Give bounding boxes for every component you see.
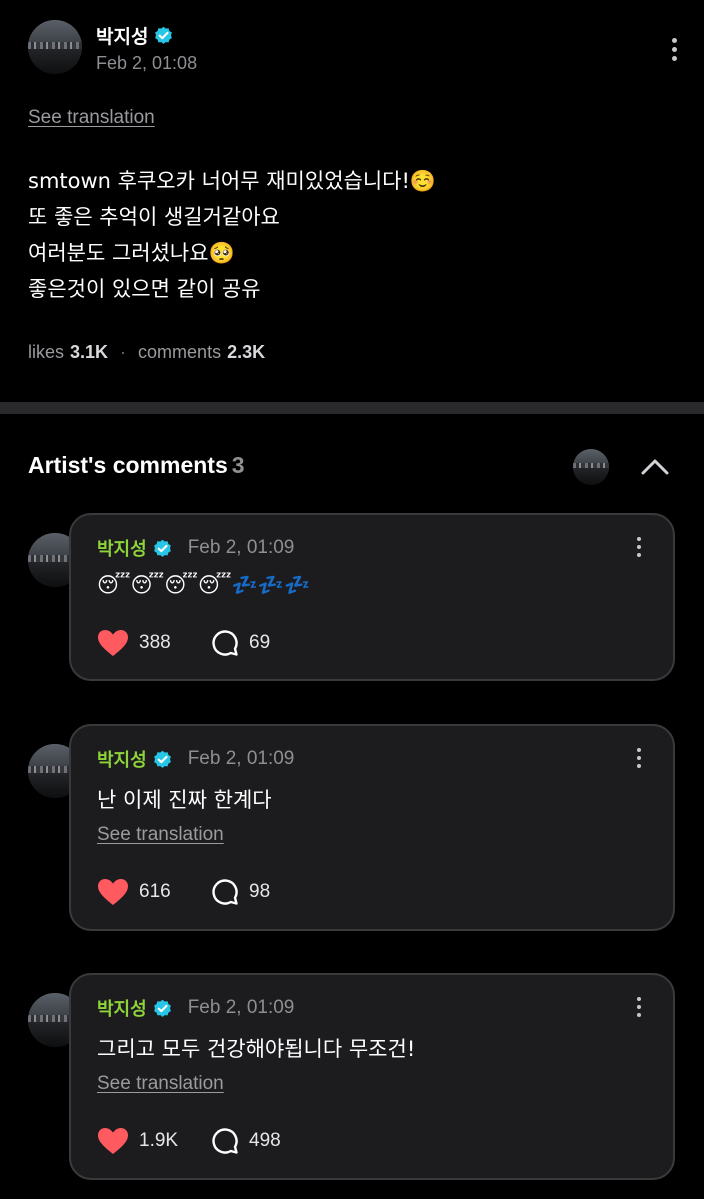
author-avatar[interactable] <box>28 20 82 74</box>
verified-badge-icon <box>153 539 171 557</box>
heart-icon <box>98 1128 128 1154</box>
comment-actions: 388 69 <box>97 629 270 657</box>
heart-icon <box>98 879 128 905</box>
reply-button[interactable]: 69 <box>211 629 270 657</box>
verified-badge-icon <box>153 750 171 768</box>
chat-bubble-icon <box>212 630 238 656</box>
comments-label[interactable]: comments <box>138 342 221 363</box>
comment-card[interactable]: 박지성 Feb 2, 01:09 그리고 모두 건강해야됩니다 무조건! See… <box>69 973 675 1180</box>
more-options-button[interactable] <box>664 34 684 64</box>
artist-comments-title: Artist's comments 3 <box>28 452 245 479</box>
reply-button[interactable]: 498 <box>211 1127 281 1155</box>
like-count: 388 <box>139 632 171 653</box>
section-count: 3 <box>231 452 245 478</box>
chat-bubble-icon <box>212 1128 238 1154</box>
post-header: 박지성 Feb 2, 01:08 <box>28 20 684 78</box>
comment-header: 박지성 Feb 2, 01:09 <box>97 746 294 772</box>
comment-actions: 616 98 <box>97 878 270 906</box>
comment-card[interactable]: 박지성 Feb 2, 01:09 난 이제 진짜 한계다 See transla… <box>69 724 675 931</box>
post-stats: likes 3.1K · comments 2.3K <box>28 342 265 363</box>
comment-timestamp: Feb 2, 01:09 <box>187 537 295 558</box>
comment-timestamp: Feb 2, 01:09 <box>187 748 295 769</box>
more-vertical-icon <box>637 748 641 752</box>
reply-count: 98 <box>249 881 271 902</box>
author-name[interactable]: 박지성 <box>96 22 148 49</box>
comment-timestamp: Feb 2, 01:09 <box>187 997 295 1018</box>
post-line: 좋은것이 있으면 같이 공유 <box>28 277 261 301</box>
section-divider <box>0 402 704 414</box>
post-timestamp: Feb 2, 01:08 <box>96 53 198 73</box>
verified-badge-icon <box>153 999 171 1017</box>
heart-icon <box>98 630 128 656</box>
like-button[interactable]: 1.9K <box>97 1127 211 1155</box>
verified-badge-icon <box>155 26 173 44</box>
section-avatar[interactable] <box>573 449 609 485</box>
post-line: smtown 후쿠오카 너어무 재미있었습니다!☺️ <box>28 169 437 193</box>
stats-separator: · <box>120 342 127 362</box>
chevron-up-icon[interactable] <box>638 453 672 479</box>
see-translation-link[interactable]: See translation <box>28 107 155 129</box>
comment-header: 박지성 Feb 2, 01:09 <box>97 535 294 561</box>
see-translation-link[interactable]: See translation <box>97 1073 224 1095</box>
likes-label: likes <box>28 342 65 362</box>
comments-count[interactable]: 2.3K <box>227 342 265 363</box>
likes-count: 3.1K <box>70 342 109 362</box>
comment-text: 😴😴😴😴💤💤💤 <box>97 573 311 597</box>
like-count: 1.9K <box>139 1130 179 1151</box>
more-vertical-icon <box>637 537 641 541</box>
section-title: Artist's comments <box>28 452 228 478</box>
reply-count: 69 <box>249 632 271 653</box>
comment-header: 박지성 Feb 2, 01:09 <box>97 995 294 1021</box>
see-translation-link[interactable]: See translation <box>97 824 224 846</box>
comment-actions: 1.9K 498 <box>97 1127 281 1155</box>
comment-text: 난 이제 진짜 한계다 <box>97 788 272 812</box>
more-vertical-icon <box>671 37 677 43</box>
comment-card[interactable]: 박지성 Feb 2, 01:09 😴😴😴😴💤💤💤 388 69 <box>69 513 675 681</box>
comment-author[interactable]: 박지성 <box>97 535 147 561</box>
more-vertical-icon <box>637 997 641 1001</box>
comment-author[interactable]: 박지성 <box>97 995 147 1021</box>
comment-more-button[interactable] <box>629 743 649 773</box>
post-body: smtown 후쿠오카 너어무 재미있었습니다!☺️ 또 좋은 추억이 생길거같… <box>28 163 668 307</box>
reply-count: 498 <box>249 1130 281 1151</box>
like-count: 616 <box>139 881 171 902</box>
comment-more-button[interactable] <box>629 992 649 1022</box>
comment-author[interactable]: 박지성 <box>97 746 147 772</box>
like-button[interactable]: 616 <box>97 878 211 906</box>
comment-more-button[interactable] <box>629 532 649 562</box>
chat-bubble-icon <box>212 879 238 905</box>
post-line: 또 좋은 추억이 생길거같아요 <box>28 205 280 229</box>
author-name-row: 박지성 <box>96 22 173 48</box>
reply-button[interactable]: 98 <box>211 878 270 906</box>
post-line: 여러분도 그러셨나요🥺 <box>28 241 235 265</box>
like-button[interactable]: 388 <box>97 629 211 657</box>
comment-text: 그리고 모두 건강해야됩니다 무조건! <box>97 1037 416 1061</box>
